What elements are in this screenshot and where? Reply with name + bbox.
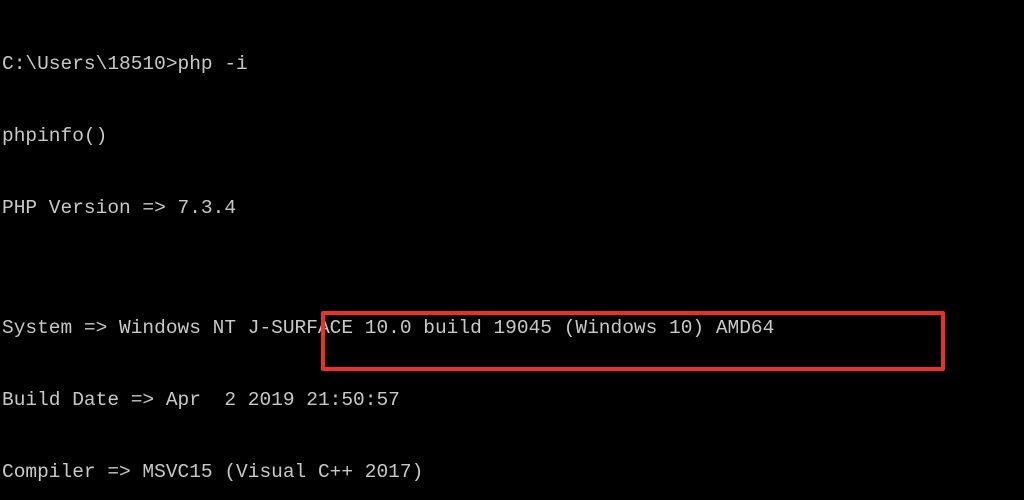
- output-line: System => Windows NT J-SURFACE 10.0 buil…: [2, 316, 1022, 340]
- output-line: Compiler => MSVC15 (Visual C++ 2017): [2, 460, 1022, 484]
- command-text: php -i: [178, 53, 248, 75]
- command-line: C:\Users\18510>php -i: [2, 52, 1022, 76]
- terminal-window[interactable]: C:\Users\18510>php -i phpinfo() PHP Vers…: [0, 0, 1024, 500]
- output-line: phpinfo(): [2, 124, 1022, 148]
- output-line: PHP Version => 7.3.4: [2, 196, 1022, 220]
- prompt: C:\Users\18510>: [2, 53, 178, 75]
- output-line: Build Date => Apr 2 2019 21:50:57: [2, 388, 1022, 412]
